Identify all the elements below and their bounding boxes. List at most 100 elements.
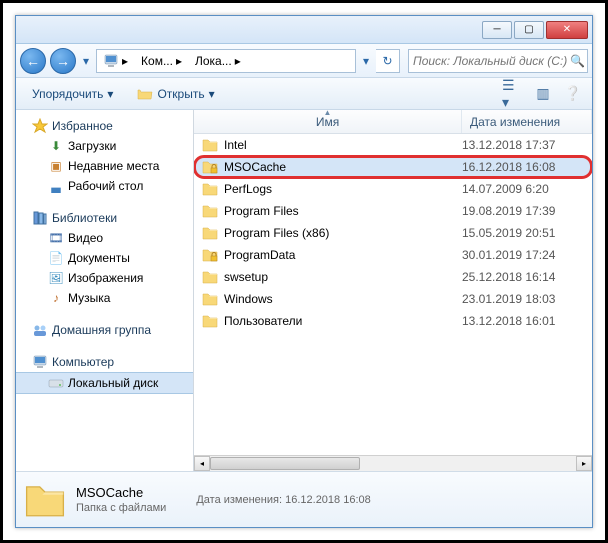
- file-date: 16.12.2018 16:08: [462, 160, 592, 174]
- search-box[interactable]: 🔍: [408, 49, 588, 73]
- sidebar-item-music[interactable]: ♪Музыка: [16, 288, 193, 308]
- folder-locked-icon: [202, 247, 218, 263]
- file-date: 19.08.2019 17:39: [462, 204, 592, 218]
- details-pane: MSOCache Папка с файлами Дата изменения:…: [16, 471, 592, 527]
- video-icon: 🎞: [48, 230, 64, 246]
- search-icon[interactable]: 🔍: [570, 54, 585, 68]
- explorer-window: ─ ▢ ✕ ← → ▾ ▸ Ком... ▸ Лока... ▸ ▾ ↻ 🔍 У…: [15, 15, 593, 528]
- titlebar: ─ ▢ ✕: [16, 16, 592, 44]
- forward-button[interactable]: →: [50, 48, 76, 74]
- homegroup-icon: [32, 322, 48, 338]
- file-name: Windows: [224, 292, 462, 306]
- file-name: MSOCache: [224, 160, 462, 174]
- file-date: 14.07.2009 6:20: [462, 182, 592, 196]
- drive-icon: [48, 375, 64, 391]
- file-name: Пользователи: [224, 314, 462, 328]
- addr-dropdown-icon[interactable]: ▾: [360, 48, 372, 74]
- sidebar-item-documents[interactable]: 📄Документы: [16, 248, 193, 268]
- file-date: 15.05.2019 20:51: [462, 226, 592, 240]
- file-name: Intel: [224, 138, 462, 152]
- chevron-down-icon: ▾: [209, 87, 215, 101]
- folder-icon: [202, 313, 218, 329]
- column-date[interactable]: Дата изменения: [462, 110, 592, 133]
- file-name: Program Files: [224, 204, 462, 218]
- column-headers: ▲ Имя Дата изменения: [194, 110, 592, 134]
- scroll-thumb[interactable]: [210, 457, 360, 470]
- folder-open-icon: [137, 86, 153, 102]
- pictures-icon: 🖼: [48, 270, 64, 286]
- scroll-right-button[interactable]: ▸: [576, 456, 592, 471]
- sidebar-favorites[interactable]: Избранное: [16, 116, 193, 136]
- sort-asc-icon: ▲: [324, 110, 332, 117]
- sidebar-item-recent[interactable]: ▣Недавние места: [16, 156, 193, 176]
- horizontal-scrollbar[interactable]: ◂ ▸: [194, 455, 592, 471]
- sidebar-item-downloads[interactable]: ⬇Загрузки: [16, 136, 193, 156]
- details-modified: Дата изменения: 16.12.2018 16:08: [196, 494, 370, 506]
- refresh-button[interactable]: ↻: [376, 49, 400, 73]
- file-row[interactable]: PerfLogs14.07.2009 6:20: [194, 178, 592, 200]
- command-toolbar: Упорядочить ▾ Открыть ▾ ☰ ▾ ▥ ❔: [16, 78, 592, 110]
- file-name: Program Files (x86): [224, 226, 462, 240]
- folder-icon: [202, 137, 218, 153]
- breadcrumb-seg[interactable]: Лока...: [195, 54, 232, 68]
- open-button[interactable]: Открыть ▾: [129, 83, 222, 105]
- desktop-icon: ▃: [48, 178, 64, 194]
- organize-button[interactable]: Упорядочить ▾: [24, 84, 121, 104]
- folder-locked-icon: [202, 159, 218, 175]
- breadcrumb-seg[interactable]: Ком...: [141, 54, 173, 68]
- file-row[interactable]: Program Files19.08.2019 17:39: [194, 200, 592, 222]
- file-name: PerfLogs: [224, 182, 462, 196]
- folder-icon: [24, 479, 66, 521]
- file-name: ProgramData: [224, 248, 462, 262]
- file-date: 13.12.2018 17:37: [462, 138, 592, 152]
- file-row[interactable]: ProgramData30.01.2019 17:24: [194, 244, 592, 266]
- file-row[interactable]: Пользователи13.12.2018 16:01: [194, 310, 592, 332]
- folder-icon: [202, 203, 218, 219]
- sidebar-item-pictures[interactable]: 🖼Изображения: [16, 268, 193, 288]
- folder-icon: [202, 269, 218, 285]
- file-row[interactable]: Program Files (x86)15.05.2019 20:51: [194, 222, 592, 244]
- library-icon: [32, 210, 48, 226]
- file-date: 30.01.2019 17:24: [462, 248, 592, 262]
- sidebar-item-desktop[interactable]: ▃Рабочий стол: [16, 176, 193, 196]
- file-date: 23.01.2019 18:03: [462, 292, 592, 306]
- folder-icon: [202, 181, 218, 197]
- details-name: MSOCache: [76, 485, 166, 500]
- star-icon: [32, 118, 48, 134]
- sidebar-computer[interactable]: Компьютер: [16, 352, 193, 372]
- file-list[interactable]: Intel13.12.2018 17:37MSOCache16.12.2018 …: [194, 134, 592, 455]
- navigation-pane: Избранное ⬇Загрузки ▣Недавние места ▃Раб…: [16, 110, 194, 471]
- back-button[interactable]: ←: [20, 48, 46, 74]
- scroll-left-button[interactable]: ◂: [194, 456, 210, 471]
- address-bar[interactable]: ▸ Ком... ▸ Лока... ▸: [96, 49, 356, 73]
- sidebar-libraries[interactable]: Библиотеки: [16, 208, 193, 228]
- file-row[interactable]: swsetup25.12.2018 16:14: [194, 266, 592, 288]
- file-name: swsetup: [224, 270, 462, 284]
- minimize-button[interactable]: ─: [482, 21, 512, 39]
- help-button[interactable]: ❔: [562, 83, 584, 105]
- view-mode-button[interactable]: ☰ ▾: [502, 83, 524, 105]
- folder-icon: [202, 225, 218, 241]
- sidebar-item-video[interactable]: 🎞Видео: [16, 228, 193, 248]
- close-button[interactable]: ✕: [546, 21, 588, 39]
- search-input[interactable]: [413, 54, 570, 68]
- file-date: 13.12.2018 16:01: [462, 314, 592, 328]
- file-list-pane: ▲ Имя Дата изменения Intel13.12.2018 17:…: [194, 110, 592, 471]
- file-row[interactable]: Windows23.01.2019 18:03: [194, 288, 592, 310]
- chevron-down-icon: ▾: [107, 87, 113, 101]
- music-icon: ♪: [48, 290, 64, 306]
- column-name[interactable]: ▲ Имя: [194, 110, 462, 133]
- file-row[interactable]: Intel13.12.2018 17:37: [194, 134, 592, 156]
- documents-icon: 📄: [48, 250, 64, 266]
- recent-icon: ▣: [48, 158, 64, 174]
- downloads-icon: ⬇: [48, 138, 64, 154]
- computer-icon: [32, 354, 48, 370]
- history-dropdown-icon[interactable]: ▾: [80, 48, 92, 74]
- sidebar-homegroup[interactable]: Домашняя группа: [16, 320, 193, 340]
- preview-pane-button[interactable]: ▥: [532, 83, 554, 105]
- maximize-button[interactable]: ▢: [514, 21, 544, 39]
- file-row[interactable]: MSOCache16.12.2018 16:08: [194, 156, 592, 178]
- file-date: 25.12.2018 16:14: [462, 270, 592, 284]
- sidebar-item-local-disk[interactable]: Локальный диск: [16, 372, 193, 394]
- details-type: Папка с файлами: [76, 502, 166, 514]
